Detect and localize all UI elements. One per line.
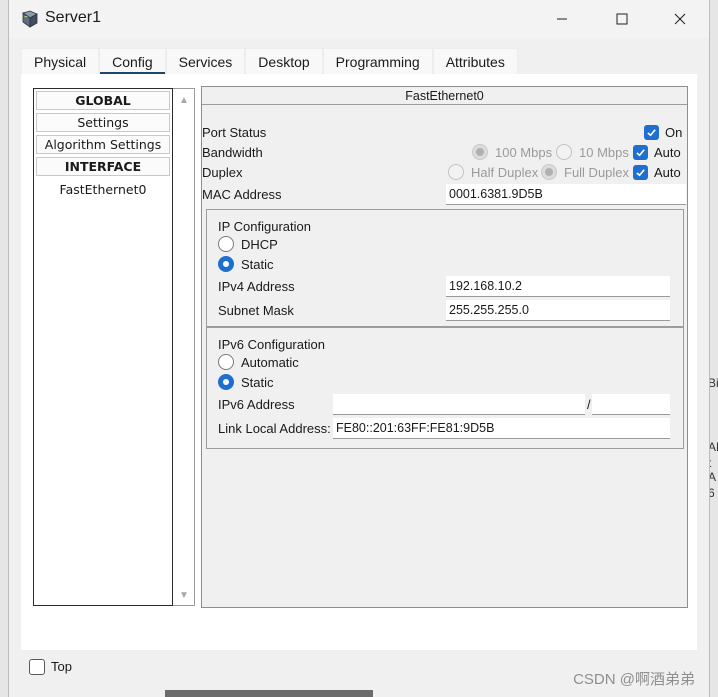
nav-item-algorithm-settings[interactable]: Algorithm Settings	[36, 135, 170, 154]
link-local-address-field[interactable]: FE80::201:63FF:FE81:9D5B	[333, 418, 670, 439]
bandwidth-auto-label: Auto	[654, 145, 681, 160]
duplex-auto-checkbox[interactable]	[633, 165, 648, 180]
ipv6-address-label: IPv6 Address	[218, 397, 295, 412]
config-nav-list: GLOBAL Settings Algorithm Settings INTER…	[33, 88, 173, 606]
ip-configuration-group: IP Configuration DHCP Static IPv4 Addres…	[206, 209, 684, 327]
ipv4-address-label: IPv4 Address	[218, 279, 295, 294]
tab-bar: Physical Config Services Desktop Program…	[21, 48, 518, 75]
ip-configuration-title: IP Configuration	[218, 219, 311, 234]
bandwidth-100mbps-label: 100 Mbps	[495, 145, 553, 160]
nav-item-settings[interactable]: Settings	[36, 113, 170, 132]
close-button[interactable]	[657, 6, 703, 32]
minimize-icon	[557, 18, 567, 20]
server-app-icon	[21, 10, 39, 28]
config-content: GLOBAL Settings Algorithm Settings INTER…	[21, 74, 697, 650]
tab-attributes[interactable]: Attributes	[432, 48, 518, 74]
ipv6-static-radio[interactable]	[218, 374, 234, 390]
ipv6-prefix-separator: /	[587, 397, 591, 412]
check-icon	[636, 169, 645, 177]
check-icon	[636, 149, 645, 157]
nav-heading-interface: INTERFACE	[36, 157, 170, 176]
tab-config[interactable]: Config	[99, 48, 166, 75]
duplex-full-radio[interactable]	[541, 164, 557, 180]
ipv6-automatic-label: Automatic	[241, 355, 299, 370]
bandwidth-10mbps-radio[interactable]	[556, 144, 572, 160]
port-status-on-checkbox[interactable]	[644, 125, 659, 140]
ipv4-dhcp-radio[interactable]	[218, 236, 234, 252]
nav-heading-global: GLOBAL	[36, 91, 170, 110]
watermark: CSDN @啊酒弟弟	[573, 671, 695, 688]
ipv4-dhcp-label: DHCP	[241, 237, 278, 252]
bandwidth-auto-checkbox[interactable]	[633, 145, 648, 160]
ipv4-static-label: Static	[241, 257, 274, 272]
mac-address-label: MAC Address	[202, 187, 282, 202]
top-label: Top	[51, 659, 72, 674]
tab-services[interactable]: Services	[165, 48, 246, 74]
subnet-mask-field[interactable]: 255.255.255.0	[446, 300, 670, 321]
panel-title: FastEthernet0	[202, 87, 687, 105]
tab-desktop[interactable]: Desktop	[245, 48, 323, 74]
maximize-icon	[616, 13, 628, 25]
duplex-half-radio[interactable]	[448, 164, 464, 180]
scroll-up-arrow-icon[interactable]: ▲	[179, 95, 189, 106]
ipv6-configuration-group: IPv6 Configuration Automatic Static IPv6…	[206, 327, 684, 449]
window-title: Server1	[45, 9, 102, 26]
duplex-full-label: Full Duplex	[564, 165, 630, 180]
ipv4-static-radio[interactable]	[218, 256, 234, 272]
close-icon	[674, 13, 686, 25]
duplex-half-label: Half Duplex	[471, 165, 539, 180]
top-checkbox[interactable]	[29, 659, 45, 675]
ipv4-address-field[interactable]: 192.168.10.2	[446, 276, 670, 297]
ipv6-automatic-radio[interactable]	[218, 354, 234, 370]
tab-physical[interactable]: Physical	[21, 48, 100, 74]
bandwidth-10mbps-label: 10 Mbps	[579, 145, 629, 160]
mac-address-field[interactable]: 0001.6381.9D5B	[446, 184, 686, 205]
ipv6-address-field[interactable]	[333, 394, 585, 415]
duplex-auto-label: Auto	[654, 165, 681, 180]
port-status-label: Port Status	[202, 125, 267, 140]
background-scrollbar	[165, 690, 373, 697]
ipv6-prefix-field[interactable]	[592, 394, 670, 415]
minimize-button[interactable]	[539, 6, 585, 32]
check-icon	[647, 129, 656, 137]
tab-programming[interactable]: Programming	[322, 48, 433, 74]
scroll-down-arrow-icon[interactable]: ▼	[179, 590, 189, 601]
nav-item-fastethernet0[interactable]: FastEthernet0	[36, 180, 170, 199]
port-status-on-label: On	[665, 125, 683, 140]
subnet-mask-label: Subnet Mask	[218, 303, 294, 318]
ipv6-configuration-title: IPv6 Configuration	[218, 337, 325, 352]
bandwidth-label: Bandwidth	[202, 145, 263, 160]
ipv6-static-label: Static	[241, 375, 274, 390]
bandwidth-100mbps-radio[interactable]	[472, 144, 488, 160]
nav-scrollbar[interactable]: ▲ ▼	[173, 88, 195, 606]
link-local-address-label: Link Local Address:	[218, 421, 331, 436]
server-window: Server1 Physical Config Services Desktop…	[8, 0, 710, 697]
maximize-button[interactable]	[599, 6, 645, 32]
title-bar[interactable]: Server1	[9, 0, 709, 38]
interface-panel: FastEthernet0 Port Status On Bandwidth 1…	[201, 86, 688, 608]
duplex-label: Duplex	[202, 165, 243, 180]
